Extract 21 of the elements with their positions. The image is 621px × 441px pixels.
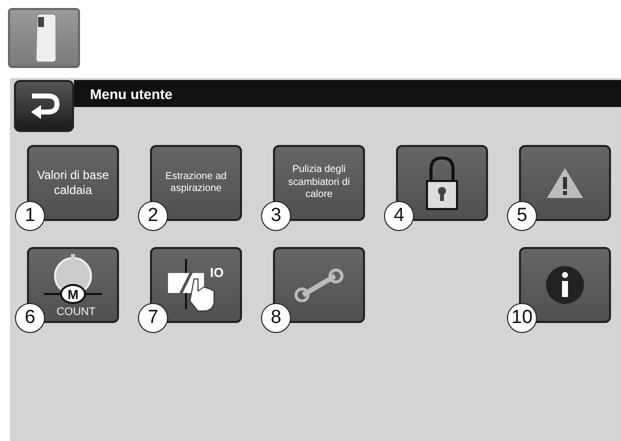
number-badge: 1 [15,201,45,231]
number-badge: 6 [15,303,45,333]
wrench-icon [293,268,345,302]
number-badge: 10 [507,303,537,333]
warning-icon [545,166,585,200]
number-badge: 3 [261,201,291,231]
menu-button[interactable] [519,145,611,221]
screen-title: Menu utente [90,86,172,102]
count-label: COUNT [56,306,96,318]
info-icon [545,265,585,305]
menu-button[interactable] [396,145,488,221]
number-badge: 7 [138,303,168,333]
number-badge: 5 [507,201,537,231]
number-badge: 8 [261,303,291,333]
io-label: IO [210,265,224,280]
motor-label: M [68,287,78,302]
back-button[interactable] [14,80,74,132]
boiler-device-button[interactable] [8,8,80,68]
number-badge: 2 [138,201,168,231]
menu-button[interactable] [273,247,365,323]
number-badge: 4 [384,201,414,231]
